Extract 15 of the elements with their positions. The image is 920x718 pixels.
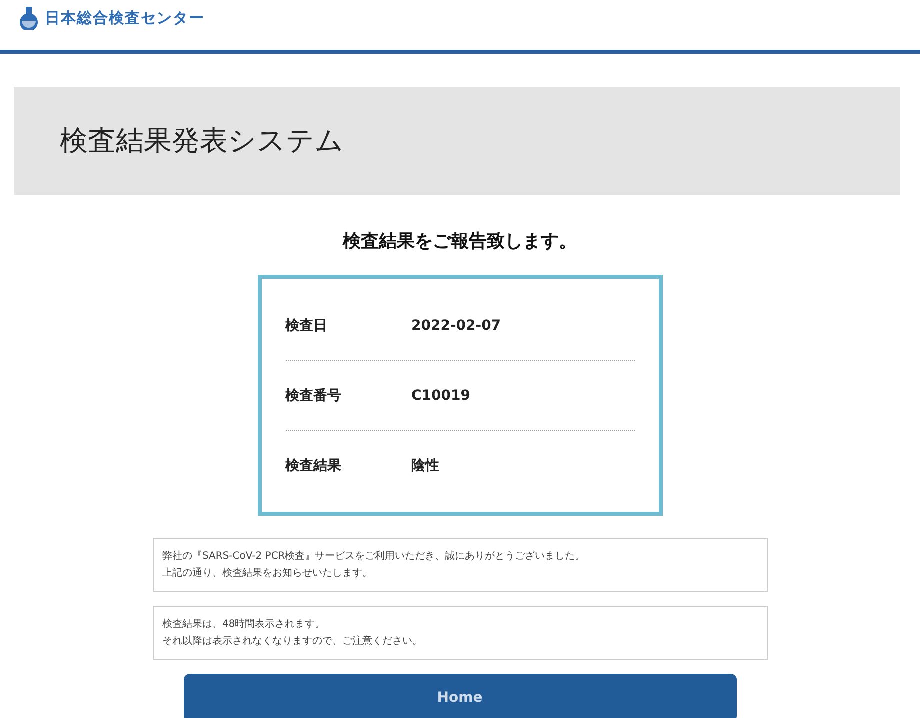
notice-text: それ以降は表示されなくなりますので、ご注意ください。 (162, 634, 424, 649)
result-value: 陰性 (412, 456, 440, 474)
result-heading: 検査結果をご報告致します。 (342, 230, 578, 253)
logo-text: 日本総合検査センター (45, 8, 205, 28)
flask-icon (18, 6, 40, 30)
notice-text: 検査結果は、48時間表示されます。 (162, 618, 326, 632)
result-label: 検査日 (286, 316, 328, 334)
home-button[interactable]: Home (184, 674, 736, 718)
result-value: C10019 (412, 388, 470, 404)
result-value: 2022-02-07 (412, 318, 502, 334)
notice-text: 弊社の『SARS-CoV-2 PCR検査』サービスをご利用いただき、誠にありがとうございました。 (162, 550, 586, 564)
notice-text: 上記の通り、検査結果をお知らせいたします。 (162, 566, 374, 581)
result-label: 検査番号 (286, 386, 342, 404)
result-label: 検査結果 (286, 456, 342, 474)
page-title: 検査結果発表システム (60, 123, 344, 159)
